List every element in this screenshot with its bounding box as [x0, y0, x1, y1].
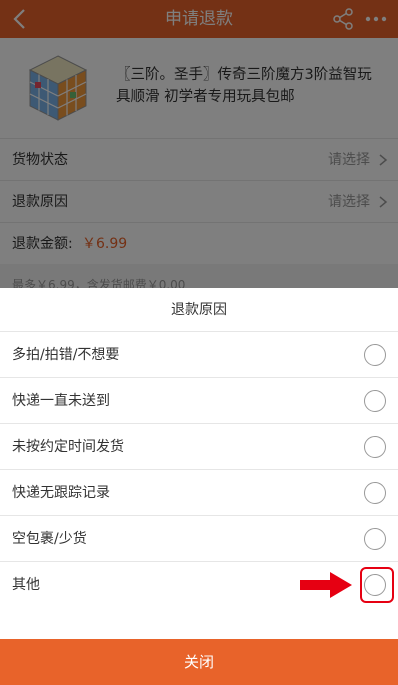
radio-button[interactable] [364, 390, 386, 412]
sheet-title: 退款原因 [0, 288, 398, 332]
reason-option-label: 未按约定时间发货 [12, 439, 124, 455]
reason-option-label: 快递无跟踪记录 [12, 485, 110, 501]
radio-button[interactable] [364, 482, 386, 504]
radio-button[interactable] [364, 436, 386, 458]
reason-option[interactable]: 多拍/拍错/不想要 [0, 332, 398, 378]
refund-reason-sheet: 退款原因 多拍/拍错/不想要 快递一直未送到 未按约定时间发货 快递无跟踪记录 … [0, 288, 398, 685]
red-arrow-icon [300, 572, 352, 598]
reason-option-other[interactable]: 其他 [0, 562, 398, 608]
reason-option-label: 多拍/拍错/不想要 [12, 347, 120, 363]
reason-option[interactable]: 空包裹/少货 [0, 516, 398, 562]
reason-option-label: 空包裹/少货 [12, 531, 87, 547]
reason-option-label: 其他 [12, 577, 40, 593]
close-button[interactable]: 关闭 [0, 639, 398, 685]
reason-option-label: 快递一直未送到 [12, 393, 110, 409]
radio-button[interactable] [364, 344, 386, 366]
reason-option[interactable]: 未按约定时间发货 [0, 424, 398, 470]
reason-option[interactable]: 快递无跟踪记录 [0, 470, 398, 516]
reason-option[interactable]: 快递一直未送到 [0, 378, 398, 424]
overlay-mask[interactable] [0, 0, 398, 288]
radio-button[interactable] [364, 528, 386, 550]
radio-button[interactable] [364, 574, 386, 596]
